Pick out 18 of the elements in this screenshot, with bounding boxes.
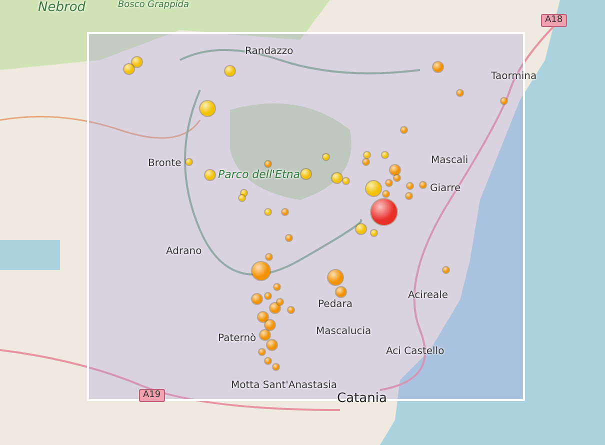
map-label: Randazzo (245, 46, 294, 58)
map-label: Mascali (431, 155, 468, 167)
map-label: A18 (541, 14, 567, 27)
map-label: Acireale (408, 290, 448, 302)
map-label: Bosco Grappida (118, 0, 190, 11)
map-label: Taormina (491, 71, 537, 83)
map-label: Aci Castello (386, 346, 444, 358)
map-label: Parco dell'Etna (218, 168, 300, 182)
map-label: Paternò (218, 333, 256, 345)
map-label: Mascalucia (316, 326, 372, 338)
map-label: Adrano (166, 246, 202, 258)
map-label: A19 (139, 389, 165, 402)
map-label: Catania (337, 391, 387, 407)
map-label: Pedara (318, 299, 353, 311)
map-label: Nebrod (38, 0, 86, 16)
map-label: Bronte (148, 158, 182, 170)
map-label: Motta Sant'Anastasia (231, 380, 338, 392)
map-label: Giarre (430, 183, 461, 195)
